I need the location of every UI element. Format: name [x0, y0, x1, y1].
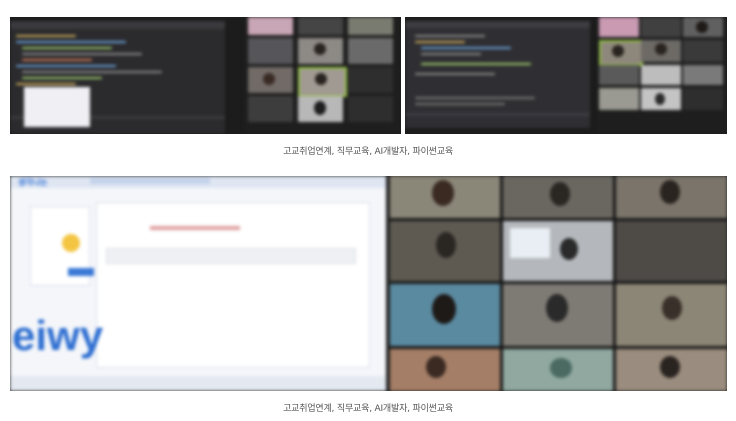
browser-logo: 생각나는: [18, 178, 48, 187]
photo-coding-session-right: [405, 17, 727, 134]
video-grid: [244, 17, 401, 134]
photo-browser-session: 생각나는 eiwy: [10, 176, 727, 391]
photo-coding-session-left: [10, 17, 401, 134]
code-editor-window: [10, 21, 225, 134]
code-editor-window: [405, 21, 590, 128]
video-grid: [597, 17, 727, 134]
photo-caption: 고교취업연계, 직무교육, AI개발자, 파이썬교육: [283, 404, 453, 414]
large-overlay-text: eiwy: [12, 312, 104, 359]
shared-browser-screen: 생각나는 eiwy: [10, 176, 386, 391]
white-popup: [24, 87, 90, 127]
video-grid: [390, 176, 727, 391]
photo-caption: 고교취업연계, 직무교육, AI개발자, 파이썬교육: [283, 147, 453, 157]
